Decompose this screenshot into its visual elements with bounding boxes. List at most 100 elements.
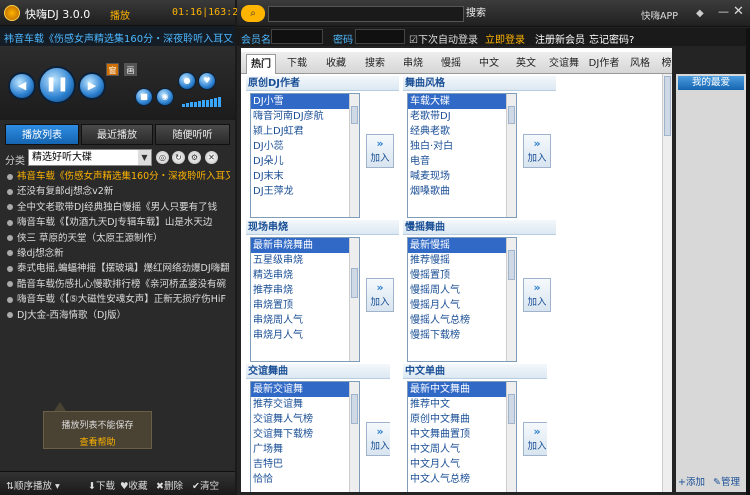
volume-bar[interactable] [182,96,222,107]
list-item[interactable]: 慢摇人气总榜 [408,313,516,328]
tab-ballroom[interactable]: 交谊舞 [546,54,582,74]
list-item[interactable]: 中文月人气 [408,457,516,472]
panel-list[interactable]: 最新慢摇 推荐慢摇 慢摇置顶 慢摇周人气 慢摇月人气 慢摇人气总榜 慢摇下载榜 [407,237,517,362]
list-item[interactable]: DJ朵儿 [251,154,359,169]
list-item[interactable]: 最新交谊舞 [251,382,359,397]
tab-download[interactable]: 下载 [282,54,312,74]
list-item[interactable]: 慢摇周人气 [408,283,516,298]
login-button[interactable]: 立即登录 [485,31,525,46]
tab-hot[interactable]: 热门 [246,54,276,74]
list-item[interactable]: 最新慢摇 [408,238,516,253]
list-item[interactable]: 吉特巴 [251,457,359,472]
list-item[interactable]: 泰式电摇,蝙蝠神摇【摆玻璃】爆红网络劲爆DJ嗨翻 [5,261,230,276]
scrollbar[interactable] [506,382,516,492]
tab-chinese[interactable]: 中文 [474,54,504,74]
scroll-thumb[interactable] [508,106,515,124]
tab-recent[interactable]: 最近播放 [81,124,153,145]
scroll-thumb[interactable] [351,106,358,124]
favorite-button[interactable]: ♥收藏 [120,478,148,492]
refresh-icon[interactable]: ↻ [172,151,185,164]
list-item[interactable]: 袆音车载《伤感女声精选集160分・深夜聆听入耳又 [5,169,230,184]
member-input[interactable] [271,29,323,44]
list-item[interactable]: 独白·对白 [408,139,516,154]
list-item[interactable]: 经典老歌 [408,124,516,139]
skin-button[interactable]: 画 [124,63,137,76]
list-item[interactable]: 串烧置顶 [251,298,359,313]
list-item[interactable]: 嗨音车载《【劝酒九天DJ专辑车载】山是水天边 [5,215,230,230]
list-item[interactable]: 酷音车载伤感扎心慢歌排行榜《亲河桥孟婆没有碗 [5,277,230,292]
mute-button[interactable]: ◉ [156,88,174,106]
list-item[interactable]: 嗨音车载《【⑤大磁性安魂女声】正新无损疗伤HiF [5,292,230,307]
scroll-thumb[interactable] [508,250,515,280]
delete-icon[interactable]: ✕ [205,151,218,164]
list-item[interactable]: 烟嗓歌曲 [408,184,516,199]
list-item[interactable]: 推荐串烧 [251,283,359,298]
delete-button[interactable]: ✖删除 [156,478,183,492]
panel-list[interactable]: 最新串烧舞曲 五星级串烧 精选串烧 推荐串烧 串烧置顶 串烧周人气 串烧月人气 [250,237,360,362]
list-item[interactable]: 老歌带DJ [408,109,516,124]
tab-chart[interactable]: 榜单 [661,54,672,74]
list-item[interactable]: 嗨音河南DJ彦航 [251,109,359,124]
list-item[interactable]: 串烧月人气 [251,328,359,343]
list-item[interactable]: 推荐中文 [408,397,516,412]
tab-slow[interactable]: 慢摇 [436,54,466,74]
stop-button[interactable]: ■ [135,88,153,106]
list-item[interactable]: 推荐交谊舞 [251,397,359,412]
scrollbar[interactable] [349,382,359,492]
list-item[interactable]: 慢摇下载榜 [408,328,516,343]
tab-random[interactable]: 随便听听 [155,124,230,145]
list-item[interactable]: 慢摇月人气 [408,298,516,313]
add-button[interactable]: » 加入 [523,278,551,312]
add-button[interactable]: » 加入 [366,134,394,168]
tab-medley[interactable]: 串烧 [398,54,428,74]
list-item[interactable]: 缘dj想念新 [5,246,230,261]
scrollbar[interactable] [506,238,516,361]
help-link[interactable]: 查看帮助 [44,435,151,448]
download-button[interactable]: ⬇下载 [88,478,115,492]
search-input[interactable] [268,6,464,22]
play-pause-button[interactable]: ❚❚ [38,66,76,104]
scrollbar[interactable] [349,94,359,217]
mini-mode-button[interactable]: 窗 [106,63,119,76]
next-button[interactable]: ▶ [78,72,106,100]
close-button[interactable]: ✕ [733,4,744,19]
list-item[interactable]: 最新串烧舞曲 [251,238,359,253]
add-button[interactable]: » 加入 [366,278,394,312]
scroll-thumb[interactable] [508,394,515,424]
list-item[interactable]: DJ王萍龙 [251,184,359,199]
list-item[interactable]: DJ末末 [251,169,359,184]
add-button[interactable]: » 加入 [523,134,551,168]
password-input[interactable] [355,29,405,44]
list-item[interactable]: 中文人气总榜 [408,472,516,487]
list-item[interactable]: 最新中文舞曲 [408,382,516,397]
list-item[interactable]: 中文周人气 [408,442,516,457]
list-item[interactable]: DJ小雪 [251,94,359,109]
register-link[interactable]: 注册新会员 [535,31,585,46]
tab-playlist[interactable]: 播放列表 [5,124,79,145]
category-select[interactable]: 精选好听大碟 ▼ [28,149,152,166]
panel-list[interactable]: 最新交谊舞 推荐交谊舞 交谊舞人气榜 交谊舞下载榜 广场舞 吉特巴 恰恰 [250,381,360,492]
list-item[interactable]: 交谊舞下载榜 [251,427,359,442]
list-item[interactable]: 还没有复邮dj想念v2新 [5,184,230,199]
auto-login-checkbox[interactable]: ☑下次自动登录 [409,31,478,46]
mobile-app-link[interactable]: 快嗨APP [641,8,678,22]
list-item[interactable]: 侠三 草原的天堂（太原王源制作） [5,231,230,246]
add-favorite-button[interactable]: +添加 [678,474,705,488]
tab-search[interactable]: 搜索 [360,54,390,74]
scroll-thumb[interactable] [351,268,358,298]
tab-style[interactable]: 风格 [625,54,655,74]
locate-icon[interactable]: ◎ [156,151,169,164]
minimize-button[interactable]: — [718,5,729,18]
forgot-password-link[interactable]: 忘记密码? [589,31,634,46]
scroll-thumb[interactable] [664,76,671,136]
list-item[interactable]: 五星级串烧 [251,253,359,268]
list-item[interactable]: 广场舞 [251,442,359,457]
list-item[interactable]: 慢摇置顶 [408,268,516,283]
scroll-thumb[interactable] [351,394,358,424]
content-scrollbar[interactable] [662,74,672,492]
settings-icon[interactable]: ⚙ [188,151,201,164]
panel-list[interactable]: DJ小雪 嗨音河南DJ彦航 颍上DJ虹君 DJ小蕊 DJ朵儿 DJ末末 DJ王萍龙 [250,93,360,218]
play-order-button[interactable]: ⇅顺序播放 ▾ [6,478,60,492]
list-item[interactable]: 串烧周人气 [251,313,359,328]
panel-list[interactable]: 车载大碟 老歌带DJ 经典老歌 独白·对白 电音 喊麦现场 烟嗓歌曲 [407,93,517,218]
